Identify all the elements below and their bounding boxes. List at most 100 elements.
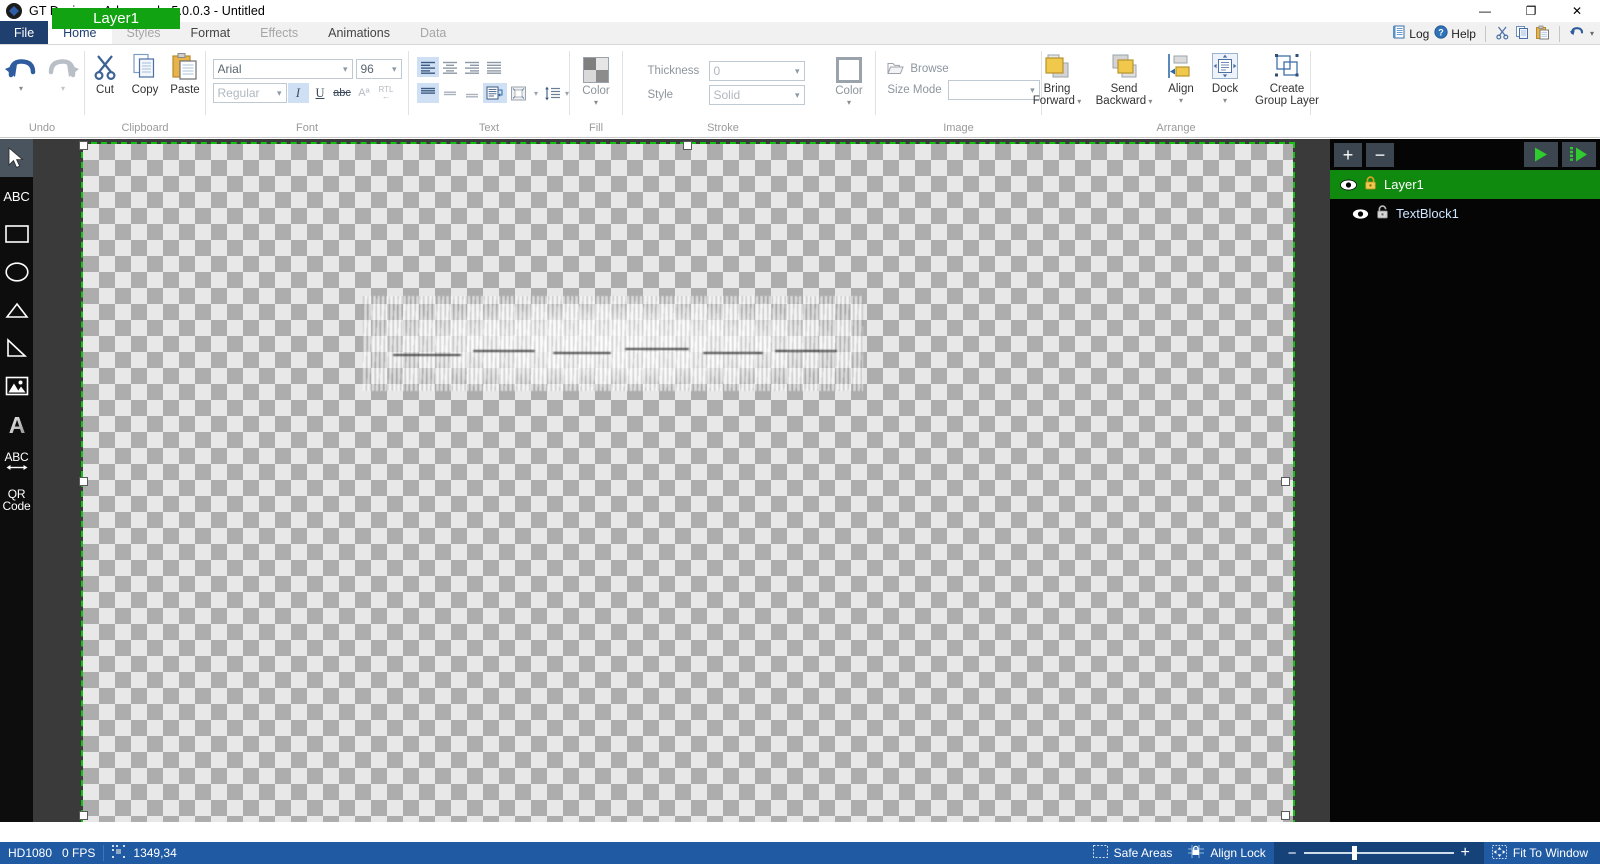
bring-forward-button[interactable]: Bring Forward ▾ (1026, 49, 1088, 107)
resize-handle-top-left[interactable] (79, 141, 88, 150)
ribbon-group-font-label: Font (295, 122, 318, 134)
redo-button[interactable]: ▾ (44, 53, 82, 93)
bring-forward-line1: Bring (1043, 83, 1071, 95)
stroke-color-caret[interactable]: ▾ (847, 99, 851, 107)
ellipse-tool[interactable] (0, 253, 33, 291)
tab-effects[interactable]: Effects (245, 21, 313, 44)
tab-data[interactable]: Data (405, 21, 461, 44)
align-caret[interactable]: ▾ (1179, 97, 1183, 105)
valign-bottom-button[interactable] (461, 83, 483, 103)
log-button[interactable]: Log (1392, 25, 1429, 42)
layer-row-layer1[interactable]: Layer1 (1330, 170, 1600, 199)
artboard[interactable] (81, 142, 1295, 822)
zoom-slider-track[interactable] (1303, 846, 1454, 860)
tab-file[interactable]: File (0, 21, 49, 44)
font-size-combo[interactable]: 96 ▾ (355, 59, 402, 79)
line-spacing-caret[interactable]: ▾ (565, 89, 569, 98)
right-triangle-tool[interactable] (0, 329, 33, 367)
play-button[interactable] (1524, 142, 1558, 167)
canvas-layer-tag[interactable]: Layer1 (52, 8, 180, 29)
copy-button[interactable]: Copy (126, 50, 164, 96)
minimize-button[interactable]: — (1462, 0, 1508, 22)
undo-button[interactable]: ▾ (2, 53, 40, 93)
select-tool[interactable] (0, 139, 33, 177)
resize-handle-mid-right[interactable] (1281, 477, 1290, 486)
align-label: Align (1168, 83, 1194, 95)
zoom-slider[interactable]: − + (1273, 842, 1484, 864)
lock-closed-icon[interactable] (1364, 176, 1377, 193)
font-style-combo[interactable]: Regular ▾ (212, 83, 287, 103)
resize-handle-bottom-left[interactable] (79, 811, 88, 820)
align-left-button[interactable] (416, 57, 439, 77)
safe-areas-button[interactable]: Safe Areas (1085, 842, 1181, 864)
resize-handle-bottom-right[interactable] (1281, 811, 1290, 820)
close-button[interactable]: ✕ (1554, 0, 1600, 22)
valign-middle-button[interactable] (439, 83, 461, 103)
send-backward-button[interactable]: Send Backward ▾ (1090, 49, 1158, 107)
lock-open-icon[interactable] (1376, 205, 1389, 222)
qr-code-tool[interactable]: QR Code (0, 481, 33, 519)
zoom-in-button[interactable]: + (1461, 844, 1470, 862)
line-spacing-button[interactable] (541, 83, 565, 103)
text-margins-caret[interactable]: ▾ (534, 89, 538, 98)
copy-icon[interactable] (1515, 25, 1530, 43)
triangle-tool[interactable] (0, 291, 33, 329)
align-lock-button[interactable]: Align Lock (1180, 842, 1273, 864)
resize-handle-top-center[interactable] (683, 141, 692, 150)
cut-button[interactable]: Cut (86, 50, 124, 96)
resize-handle-mid-left[interactable] (79, 477, 88, 486)
dock-caret[interactable]: ▾ (1223, 97, 1227, 105)
text-wrap-button[interactable] (482, 83, 507, 103)
rectangle-tool[interactable] (0, 215, 33, 253)
font-family-combo[interactable]: Arial ▾ (212, 59, 353, 79)
play-all-button[interactable] (1562, 142, 1596, 167)
zoom-slider-thumb[interactable] (1351, 846, 1357, 860)
stroke-style-combo[interactable]: Solid ▾ (708, 85, 805, 105)
blurred-text-object[interactable] (363, 296, 863, 391)
eye-visible-icon[interactable] (1340, 179, 1357, 191)
align-right-button[interactable] (461, 57, 483, 77)
redo-dropdown-caret[interactable]: ▾ (61, 85, 65, 93)
ribbon-group-stroke-color: Color ▾ (823, 45, 875, 137)
create-group-layer-button[interactable]: Create Group Layer (1248, 49, 1326, 107)
paste-button[interactable]: Paste (166, 50, 204, 96)
undo-dropdown-caret[interactable]: ▾ (19, 85, 23, 93)
add-layer-button[interactable]: + (1334, 142, 1362, 167)
undo-icon[interactable] (1569, 25, 1585, 43)
remove-layer-button[interactable]: − (1366, 142, 1394, 167)
rtl-arrow-icon: ← (381, 91, 391, 101)
align-justify-button[interactable] (483, 57, 505, 77)
superscript-button[interactable]: Aª (354, 83, 375, 103)
cut-icon[interactable] (1495, 25, 1510, 43)
eye-visible-icon[interactable] (1352, 208, 1369, 220)
image-tool[interactable] (0, 367, 33, 405)
text-margins-button[interactable] (507, 83, 531, 103)
align-button[interactable]: Align ▾ (1160, 49, 1202, 105)
maximize-button[interactable]: ❐ (1508, 0, 1554, 22)
tab-animations[interactable]: Animations (313, 21, 405, 44)
tab-format[interactable]: Format (176, 21, 246, 44)
valign-top-button[interactable] (416, 83, 439, 103)
italic-button[interactable]: I (287, 83, 309, 103)
text-tool[interactable]: ABC (0, 177, 33, 215)
help-button[interactable]: ? Help (1434, 25, 1476, 42)
fill-color-swatch[interactable] (582, 57, 609, 83)
folder-open-icon (887, 63, 905, 74)
gradient-text-tool[interactable]: A (0, 405, 33, 443)
browse-button[interactable]: Browse (887, 61, 949, 76)
layer-row-textblock1[interactable]: TextBlock1 (1330, 199, 1600, 228)
dock-button[interactable]: Dock ▾ (1204, 49, 1246, 105)
underline-button[interactable]: U (310, 83, 331, 103)
canvas-area[interactable] (33, 139, 1330, 822)
stroke-color-swatch[interactable] (835, 57, 862, 83)
stroke-thickness-combo[interactable]: 0 ▾ (708, 61, 805, 81)
undo-caret-icon[interactable]: ▾ (1590, 29, 1594, 38)
paste-icon[interactable] (1535, 25, 1550, 43)
rtl-button[interactable]: RTL ← (376, 83, 397, 103)
strikethrough-button[interactable]: abc (332, 83, 353, 103)
fit-to-window-button[interactable]: Fit To Window (1484, 842, 1600, 864)
align-center-button[interactable] (439, 57, 461, 77)
scrolling-text-tool[interactable]: ABC (0, 443, 33, 481)
fill-color-caret[interactable]: ▾ (594, 99, 598, 107)
zoom-out-button[interactable]: − (1288, 845, 1297, 862)
